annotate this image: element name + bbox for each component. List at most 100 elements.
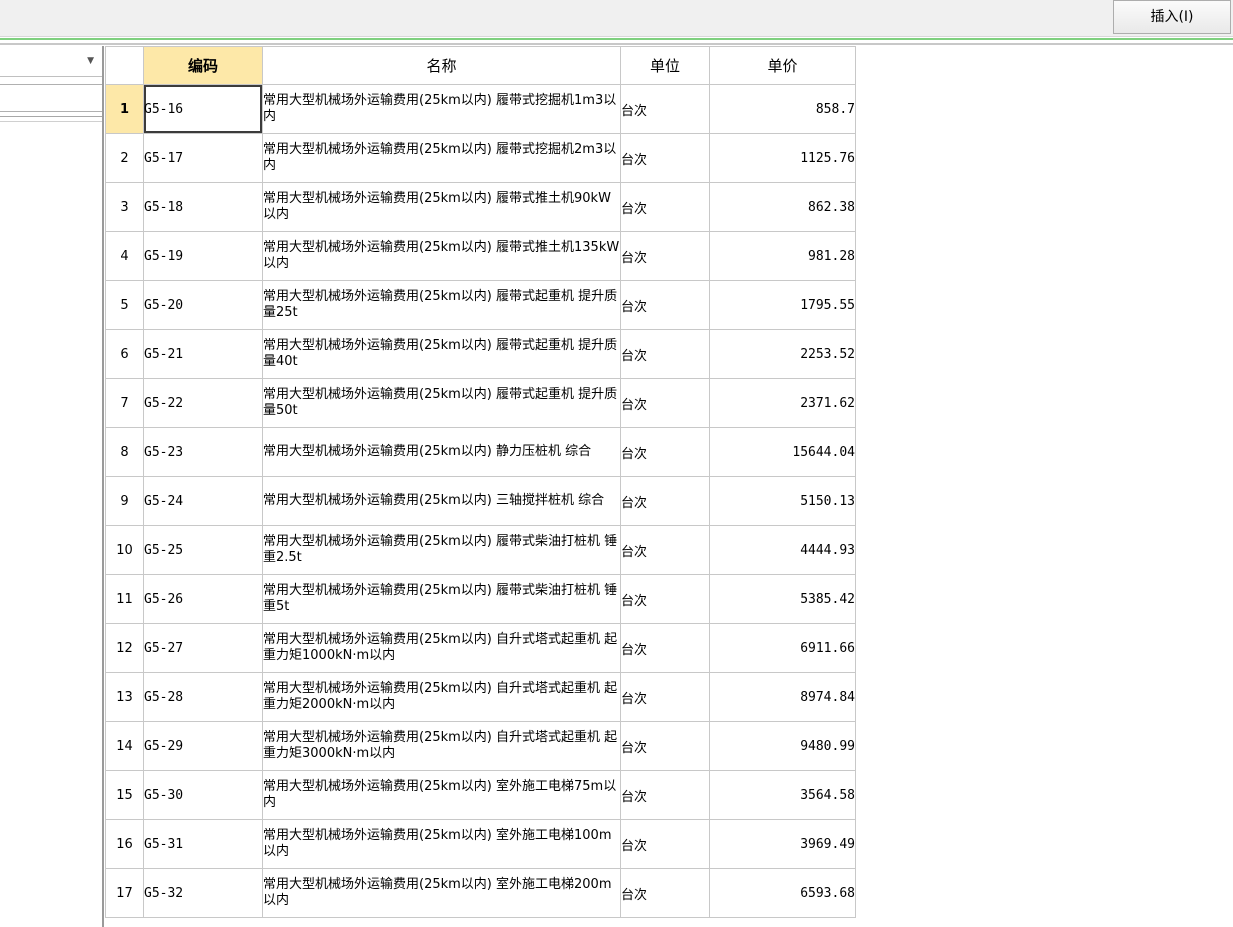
row-index-cell[interactable]: 7 [105, 378, 144, 428]
code-cell[interactable]: G5-17 [143, 133, 263, 183]
row-index-cell[interactable]: 10 [105, 525, 144, 575]
name-cell[interactable]: 常用大型机械场外运输费用(25km以内) 履带式起重机 提升质量40t [262, 329, 621, 379]
row-index-cell[interactable]: 9 [105, 476, 144, 526]
name-cell[interactable]: 常用大型机械场外运输费用(25km以内) 履带式柴油打桩机 锤重2.5t [262, 525, 621, 575]
name-cell[interactable]: 常用大型机械场外运输费用(25km以内) 履带式推土机135kW以内 [262, 231, 621, 281]
name-cell[interactable]: 常用大型机械场外运输费用(25km以内) 履带式起重机 提升质量50t [262, 378, 621, 428]
table-row[interactable]: 9 G5-24 常用大型机械场外运输费用(25km以内) 三轴搅拌桩机 综合 台次 51… [105, 476, 856, 526]
code-cell[interactable]: G5-21 [143, 329, 263, 379]
unit-cell[interactable]: 台次 [620, 623, 710, 673]
name-cell[interactable]: 常用大型机械场外运输费用(25km以内) 三轴搅拌桩机 综合 [262, 476, 621, 526]
row-index-cell[interactable]: 15 [105, 770, 144, 820]
name-cell[interactable]: 常用大型机械场外运输费用(25km以内) 静力压桩机 综合 [262, 427, 621, 477]
name-column-header[interactable]: 名称 [262, 46, 621, 85]
price-cell[interactable]: 6911.66 [709, 623, 856, 673]
table-row[interactable]: 14 G5-29 常用大型机械场外运输费用(25km以内) 自升式塔式起重机 起重力… [105, 721, 856, 771]
table-row[interactable]: 17 G5-32 常用大型机械场外运输费用(25km以内) 室外施工电梯200m以内… [105, 868, 856, 918]
table-row[interactable]: 5 G5-20 常用大型机械场外运输费用(25km以内) 履带式起重机 提升质量25… [105, 280, 856, 330]
price-cell[interactable]: 8974.84 [709, 672, 856, 722]
price-cell[interactable]: 6593.68 [709, 868, 856, 918]
unit-cell[interactable]: 台次 [620, 770, 710, 820]
name-cell[interactable]: 常用大型机械场外运输费用(25km以内) 履带式柴油打桩机 锤重5t [262, 574, 621, 624]
unit-cell[interactable]: 台次 [620, 231, 710, 281]
code-cell[interactable]: G5-26 [143, 574, 263, 624]
price-cell[interactable]: 5150.13 [709, 476, 856, 526]
price-cell[interactable]: 1795.55 [709, 280, 856, 330]
code-cell[interactable]: G5-24 [143, 476, 263, 526]
name-cell[interactable]: 常用大型机械场外运输费用(25km以内) 履带式推土机90kW以内 [262, 182, 621, 232]
name-cell[interactable]: 常用大型机械场外运输费用(25km以内) 履带式起重机 提升质量25t [262, 280, 621, 330]
category-dropdown[interactable]: ▼ [0, 46, 102, 77]
table-row[interactable]: 3 G5-18 常用大型机械场外运输费用(25km以内) 履带式推土机90kW以内台… [105, 182, 856, 232]
price-cell[interactable]: 15644.04 [709, 427, 856, 477]
table-row[interactable]: 10 G5-25 常用大型机械场外运输费用(25km以内) 履带式柴油打桩机 锤重2… [105, 525, 856, 575]
table-row[interactable]: 6 G5-21 常用大型机械场外运输费用(25km以内) 履带式起重机 提升质量40… [105, 329, 856, 379]
unit-cell[interactable]: 台次 [620, 476, 710, 526]
search-input[interactable] [0, 84, 103, 112]
code-cell[interactable]: G5-20 [143, 280, 263, 330]
name-cell[interactable]: 常用大型机械场外运输费用(25km以内) 自升式塔式起重机 起重力矩2000kN… [262, 672, 621, 722]
table-row[interactable]: 13 G5-28 常用大型机械场外运输费用(25km以内) 自升式塔式起重机 起重力… [105, 672, 856, 722]
price-cell[interactable]: 3564.58 [709, 770, 856, 820]
name-cell[interactable]: 常用大型机械场外运输费用(25km以内) 室外施工电梯75m以内 [262, 770, 621, 820]
table-row[interactable]: 4 G5-19 常用大型机械场外运输费用(25km以内) 履带式推土机135kW以内… [105, 231, 856, 281]
table-row[interactable]: 12 G5-27 常用大型机械场外运输费用(25km以内) 自升式塔式起重机 起重力… [105, 623, 856, 673]
name-cell[interactable]: 常用大型机械场外运输费用(25km以内) 室外施工电梯200m以内 [262, 868, 621, 918]
code-cell[interactable]: G5-31 [143, 819, 263, 869]
table-row[interactable]: 7 G5-22 常用大型机械场外运输费用(25km以内) 履带式起重机 提升质量50… [105, 378, 856, 428]
row-index-cell[interactable]: 12 [105, 623, 144, 673]
unit-cell[interactable]: 台次 [620, 672, 710, 722]
name-cell[interactable]: 常用大型机械场外运输费用(25km以内) 自升式塔式起重机 起重力矩1000kN… [262, 623, 621, 673]
price-cell[interactable]: 3969.49 [709, 819, 856, 869]
row-index-cell[interactable]: 14 [105, 721, 144, 771]
table-row[interactable]: 1 G5-16 常用大型机械场外运输费用(25km以内) 履带式挖掘机1m3以内 台次… [105, 84, 856, 134]
code-cell[interactable]: G5-30 [143, 770, 263, 820]
name-cell[interactable]: 常用大型机械场外运输费用(25km以内) 室外施工电梯100m以内 [262, 819, 621, 869]
code-cell[interactable]: G5-16 [143, 84, 263, 134]
price-cell[interactable]: 981.28 [709, 231, 856, 281]
row-index-cell[interactable]: 4 [105, 231, 144, 281]
unit-cell[interactable]: 台次 [620, 84, 710, 134]
panel-splitter[interactable] [102, 46, 104, 927]
table-row[interactable]: 11 G5-26 常用大型机械场外运输费用(25km以内) 履带式柴油打桩机 锤重5… [105, 574, 856, 624]
unit-cell[interactable]: 台次 [620, 525, 710, 575]
name-cell[interactable]: 常用大型机械场外运输费用(25km以内) 自升式塔式起重机 起重力矩3000kN… [262, 721, 621, 771]
price-cell[interactable]: 2253.52 [709, 329, 856, 379]
row-index-cell[interactable]: 6 [105, 329, 144, 379]
price-cell[interactable]: 2371.62 [709, 378, 856, 428]
unit-cell[interactable]: 台次 [620, 329, 710, 379]
code-cell[interactable]: G5-28 [143, 672, 263, 722]
row-index-cell[interactable]: 1 [105, 84, 144, 134]
unit-cell[interactable]: 台次 [620, 133, 710, 183]
unit-cell[interactable]: 台次 [620, 182, 710, 232]
price-cell[interactable]: 858.7 [709, 84, 856, 134]
unit-cell[interactable]: 台次 [620, 574, 710, 624]
unit-cell[interactable]: 台次 [620, 427, 710, 477]
code-cell[interactable]: G5-32 [143, 868, 263, 918]
name-cell[interactable]: 常用大型机械场外运输费用(25km以内) 履带式挖掘机2m3以内 [262, 133, 621, 183]
table-row[interactable]: 2 G5-17 常用大型机械场外运输费用(25km以内) 履带式挖掘机2m3以内 台次… [105, 133, 856, 183]
unit-cell[interactable]: 台次 [620, 378, 710, 428]
table-row[interactable]: 15 G5-30 常用大型机械场外运输费用(25km以内) 室外施工电梯75m以内台… [105, 770, 856, 820]
code-cell[interactable]: G5-27 [143, 623, 263, 673]
table-row[interactable]: 8 G5-23 常用大型机械场外运输费用(25km以内) 静力压桩机 综合 台次 156… [105, 427, 856, 477]
row-index-cell[interactable]: 13 [105, 672, 144, 722]
code-cell[interactable]: G5-19 [143, 231, 263, 281]
row-index-cell[interactable]: 5 [105, 280, 144, 330]
code-cell[interactable]: G5-25 [143, 525, 263, 575]
price-cell[interactable]: 862.38 [709, 182, 856, 232]
row-index-cell[interactable]: 11 [105, 574, 144, 624]
code-cell[interactable]: G5-18 [143, 182, 263, 232]
code-column-header[interactable]: 编码 [143, 46, 263, 85]
price-cell[interactable]: 4444.93 [709, 525, 856, 575]
price-cell[interactable]: 5385.42 [709, 574, 856, 624]
insert-button[interactable]: 插入(I) [1113, 0, 1231, 34]
chevron-down-icon[interactable]: ▼ [87, 56, 94, 66]
unit-cell[interactable]: 台次 [620, 819, 710, 869]
code-cell[interactable]: G5-22 [143, 378, 263, 428]
unit-cell[interactable]: 台次 [620, 868, 710, 918]
price-column-header[interactable]: 单价 [709, 46, 856, 85]
table-row[interactable]: 16 G5-31 常用大型机械场外运输费用(25km以内) 室外施工电梯100m以内… [105, 819, 856, 869]
price-cell[interactable]: 9480.99 [709, 721, 856, 771]
row-index-cell[interactable]: 17 [105, 868, 144, 918]
